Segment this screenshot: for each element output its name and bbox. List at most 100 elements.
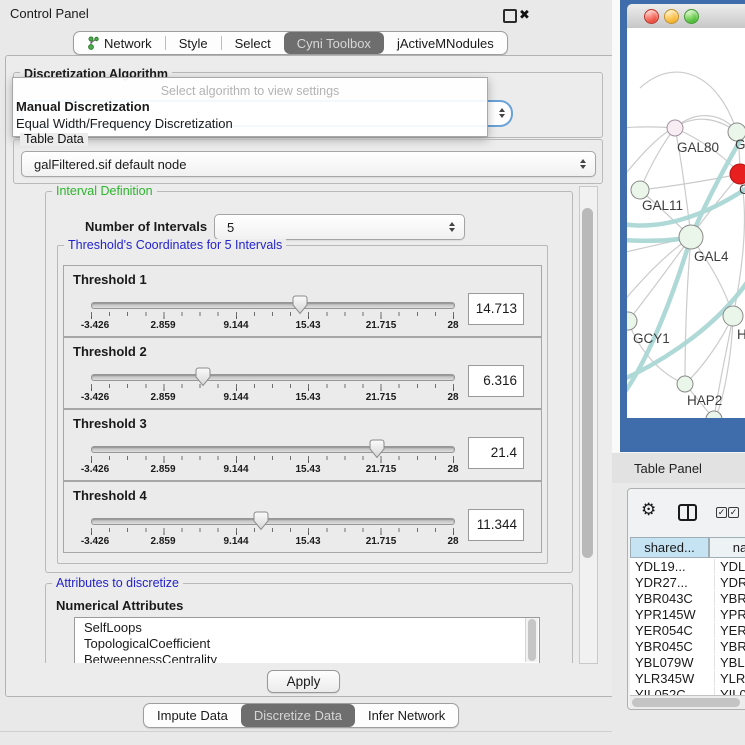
node-selected-red[interactable] — [730, 164, 745, 184]
node-gal4[interactable] — [679, 225, 703, 249]
tick-label: -3.426 — [81, 536, 109, 547]
threshold-3-slider-thumb[interactable] — [369, 439, 385, 464]
table-row[interactable]: YPR145WYPR14 — [630, 606, 745, 622]
tick-label: 28 — [447, 320, 458, 331]
table-row[interactable]: YBL079WYBL07 — [630, 654, 745, 670]
cell-name[interactable]: YIL05 — [714, 687, 745, 696]
cell-shared-name[interactable]: YIL052C — [630, 687, 714, 696]
cell-shared-name[interactable]: YLR345W — [630, 671, 714, 686]
table-frame: ⚙ ✓ ✓ shared... name YDL19...YDL19 YDR27… — [627, 488, 745, 710]
node-label: GCY1 — [633, 331, 670, 346]
tab-impute-data[interactable]: Impute Data — [144, 704, 241, 727]
tab-discretize-data[interactable]: Discretize Data — [241, 704, 355, 727]
close-traffic-light[interactable] — [644, 9, 659, 24]
list-scrollbar[interactable] — [525, 618, 538, 662]
tick-label: 28 — [447, 464, 458, 475]
threshold-3-value-field[interactable]: 21.4 — [468, 437, 524, 469]
table-row[interactable]: YLR345WYLR34 — [630, 670, 745, 686]
tick-label: -3.426 — [81, 320, 109, 331]
threshold-4-slider-thumb[interactable] — [253, 511, 269, 536]
cell-name[interactable]: YDL19 — [714, 559, 745, 574]
tab-cyni-toolbox[interactable]: Cyni Toolbox — [284, 32, 384, 54]
table-row[interactable]: YDL19...YDL19 — [630, 558, 745, 574]
tab-style[interactable]: Style — [166, 32, 221, 54]
apply-button[interactable]: Apply — [267, 670, 340, 693]
threshold-2-value-field[interactable]: 6.316 — [468, 365, 524, 397]
column-header-shared-name[interactable]: shared... — [630, 537, 709, 558]
table-row[interactable]: YDR27...YDR27 — [630, 574, 745, 590]
tick-label: 15.43 — [295, 464, 320, 475]
tab-select[interactable]: Select — [222, 32, 284, 54]
table-row[interactable]: YER054CYER05 — [630, 622, 745, 638]
tab-network[interactable]: Network — [74, 32, 165, 54]
table-horizontal-scrollbar-thumb[interactable] — [632, 698, 740, 707]
network-canvas[interactable]: GAL80 GA C GAL11 GAL4 H GCY1 HAP2 — [627, 28, 745, 418]
minimize-traffic-light[interactable] — [664, 9, 679, 24]
checkbox-icon[interactable]: ✓ — [716, 507, 727, 518]
table-settings-gear-icon[interactable]: ⚙ — [641, 501, 656, 518]
popup-item-equal-width[interactable]: Equal Width/Frequency Discretization — [13, 115, 487, 132]
cell-name[interactable]: YDR27 — [714, 575, 745, 590]
float-window-icon[interactable] — [503, 9, 517, 23]
threshold-2-label: Threshold 2 — [73, 344, 147, 359]
cell-shared-name[interactable]: YBR043C — [630, 591, 714, 606]
panel-scrollbar-thumb[interactable] — [582, 208, 593, 558]
tab-infer-network[interactable]: Infer Network — [355, 704, 458, 727]
tab-cyni-toolbox-label: Cyni Toolbox — [297, 36, 371, 51]
cell-shared-name[interactable]: YBL079W — [630, 655, 714, 670]
cell-shared-name[interactable]: YBR045C — [630, 639, 714, 654]
combo-arrows-icon — [499, 108, 505, 118]
node-gal11[interactable] — [631, 181, 649, 199]
table-row[interactable]: YBR043CYBR04 — [630, 590, 745, 606]
cell-shared-name[interactable]: YER054C — [630, 623, 714, 638]
slider-minor-ticks — [91, 528, 454, 532]
network-graph: GAL80 GA C GAL11 GAL4 H GCY1 HAP2 — [627, 28, 745, 418]
table-data-combobox[interactable]: galFiltered.sif default node — [21, 151, 596, 177]
node-gal80[interactable] — [667, 120, 683, 136]
panel-scrollbar[interactable] — [579, 186, 598, 664]
popup-item-manual[interactable]: Manual Discretization — [13, 98, 487, 115]
column-header-name[interactable]: name — [709, 537, 745, 558]
tick-label: 21.715 — [366, 536, 397, 547]
node-hap2[interactable] — [677, 376, 693, 392]
list-item[interactable]: TopologicalCoefficient — [75, 636, 539, 652]
cell-shared-name[interactable]: YPR145W — [630, 607, 714, 622]
cell-name[interactable]: YPR14 — [714, 607, 745, 622]
cell-name[interactable]: YER05 — [714, 623, 745, 638]
node-label: GAL11 — [642, 198, 683, 213]
cell-name[interactable]: YBR04 — [714, 591, 745, 606]
threshold-2-slider-thumb[interactable] — [195, 367, 211, 392]
zoom-traffic-light[interactable] — [684, 9, 699, 24]
node-gcy1[interactable] — [627, 312, 637, 330]
checkbox-icon[interactable]: ✓ — [728, 507, 739, 518]
attributes-listbox[interactable]: SelfLoops TopologicalCoefficient Between… — [74, 617, 540, 663]
threshold-3-slider-track[interactable] — [91, 446, 455, 453]
table-row[interactable]: YBR045CYBR04 — [630, 638, 745, 654]
cell-name[interactable]: YLR34 — [714, 671, 745, 686]
cell-name[interactable]: YBL07 — [714, 655, 745, 670]
tab-jactivemnodules[interactable]: jActiveMNodules — [384, 32, 507, 54]
threshold-1-slider-thumb[interactable] — [292, 295, 308, 320]
close-icon[interactable]: ✖ — [519, 8, 530, 21]
threshold-2-slider-track[interactable] — [91, 374, 455, 381]
list-scrollbar-thumb[interactable] — [528, 619, 536, 661]
tick-label: 21.715 — [366, 320, 397, 331]
slider-minor-ticks — [91, 384, 454, 388]
list-item[interactable]: BetweennessCentrality — [75, 652, 539, 663]
num-intervals-combobox[interactable]: 5 — [214, 214, 465, 240]
node-h[interactable] — [723, 306, 743, 326]
threshold-1-slider-track[interactable] — [91, 302, 455, 309]
threshold-4-slider-track[interactable] — [91, 518, 455, 525]
threshold-1-value-field[interactable]: 14.713 — [468, 293, 524, 325]
tab-select-label: Select — [235, 36, 271, 51]
list-item[interactable]: SelfLoops — [75, 618, 539, 636]
tick-label: 21.715 — [366, 392, 397, 403]
network-window-titlebar[interactable] — [627, 4, 745, 29]
cell-shared-name[interactable]: YDR27... — [630, 575, 714, 590]
cell-name[interactable]: YBR04 — [714, 639, 745, 654]
table-row[interactable]: YIL052CYIL05 — [630, 686, 745, 695]
table-horizontal-scrollbar[interactable] — [630, 695, 745, 709]
show-columns-icon[interactable] — [678, 504, 697, 521]
threshold-4-value-field[interactable]: 11.344 — [468, 509, 524, 541]
cell-shared-name[interactable]: YDL19... — [630, 559, 714, 574]
